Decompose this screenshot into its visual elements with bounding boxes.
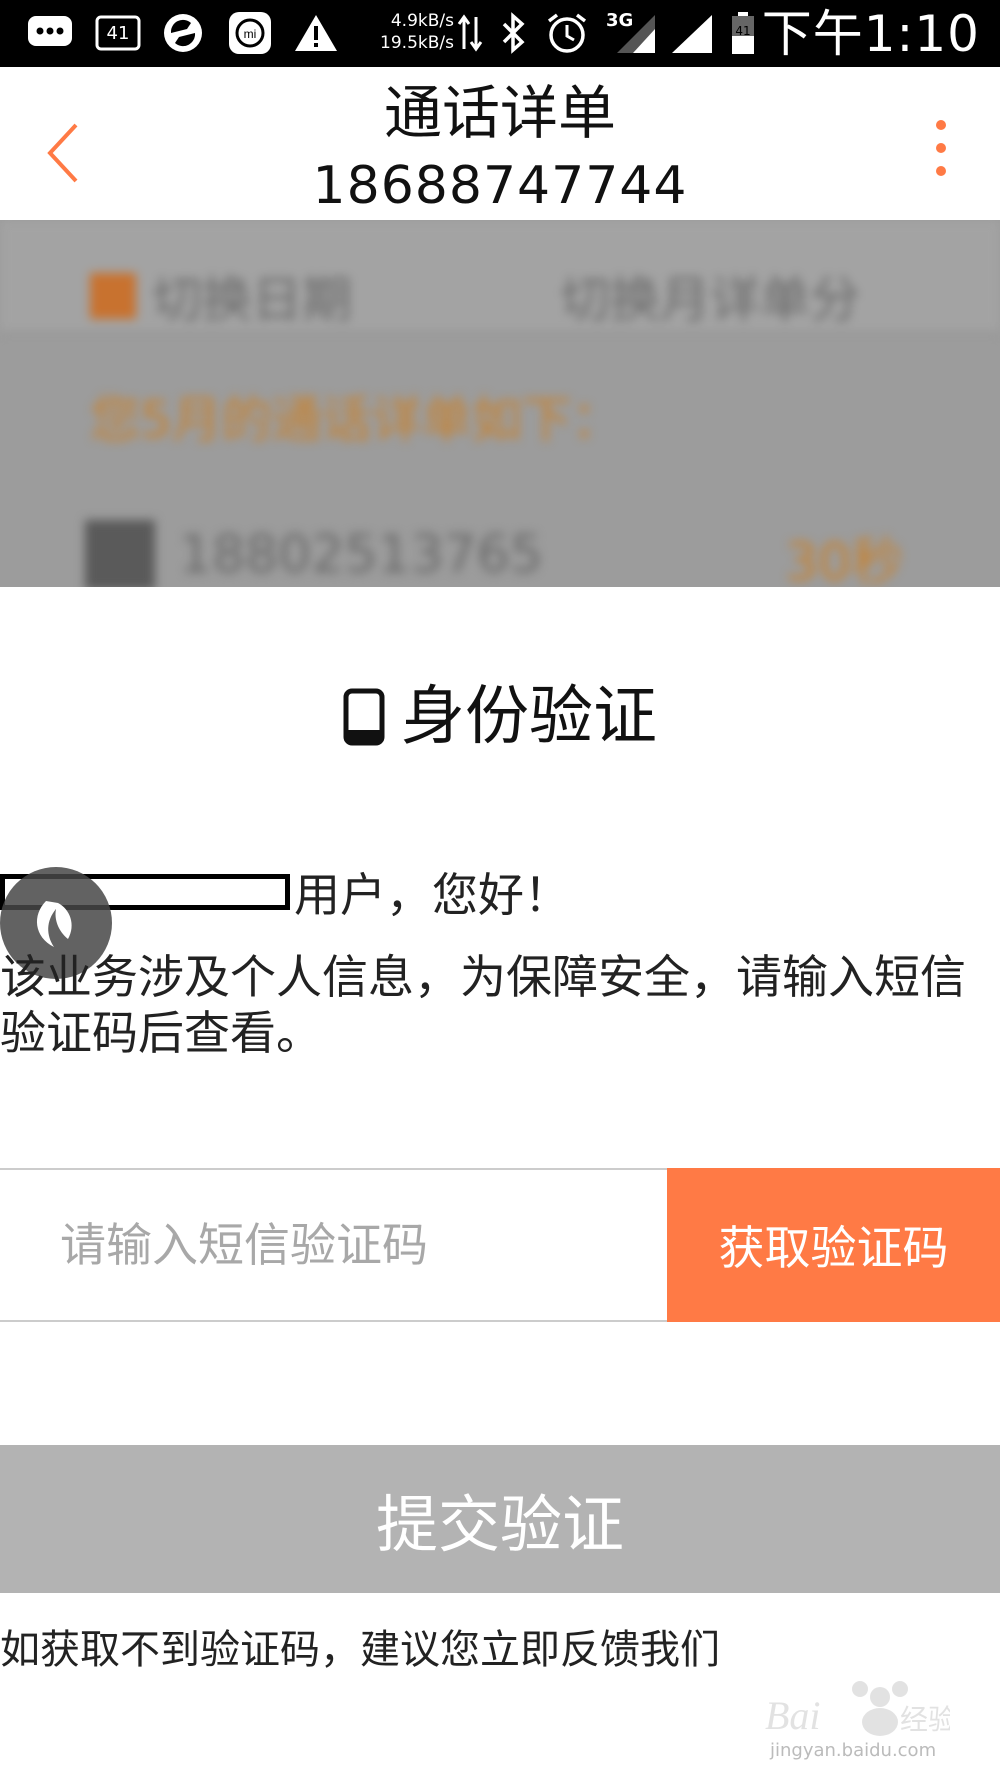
svg-text:经验: 经验: [900, 1703, 950, 1736]
clock: 下午1:10: [761, 5, 980, 63]
bluetooth-icon: [496, 10, 530, 56]
bg-call-duration: 30秒: [785, 533, 904, 587]
bg-call-row: 18802513765: [85, 520, 543, 587]
more-vertical-icon: [936, 120, 946, 176]
notification-count-icon: 41: [92, 10, 144, 56]
verification-sheet: 身份验证 用户，您好！ 该业务涉及个人信息，为保障安全，请输入短信 验证码后查看…: [0, 587, 1000, 1778]
bg-switch-date: 切换日期: [90, 260, 352, 332]
bg-hint: 您5月的通话详单如下：: [90, 391, 622, 449]
call-icon: [85, 520, 155, 587]
notification-count: 41: [106, 22, 130, 44]
bg-switch-month: 切换月详单分: [560, 271, 860, 329]
svg-text:mi: mi: [244, 27, 257, 41]
watermark-url: jingyan.baidu.com: [770, 1740, 937, 1761]
net-up-speed: 4.9kB/s: [390, 11, 454, 31]
get-code-button[interactable]: 获取验证码: [667, 1168, 1000, 1322]
page-title: 通话详单: [383, 79, 616, 147]
verification-title: 身份验证: [0, 677, 1000, 757]
chat-icon: [24, 10, 76, 56]
background-content-blurred: 切换日期 切换月详单分 您5月的通话详单如下： 18802513765 30秒: [0, 220, 1000, 587]
bg-switch-date-label: 切换日期: [152, 271, 352, 329]
app-header: 通话详单 18688747744: [0, 67, 1000, 220]
leaf-icon: [36, 901, 72, 947]
feedback-link[interactable]: 如获取不到验证码，建议您立即反馈我们: [0, 1617, 720, 1675]
battery-icon: 41: [728, 10, 758, 56]
battery-level: 41: [735, 24, 751, 38]
calendar-icon: [90, 273, 136, 319]
page-subtitle-phone: 18688747744: [312, 156, 688, 216]
sms-code-input[interactable]: [0, 1168, 667, 1322]
svg-text:Bai: Bai: [765, 1693, 821, 1738]
more-options-button[interactable]: [912, 109, 972, 189]
verification-description: 该业务涉及个人信息，为保障安全，请输入短信 验证码后查看。: [0, 950, 966, 1060]
alarm-icon: [544, 10, 590, 56]
mi-icon: mi: [226, 10, 274, 56]
status-bar: 41 mi 4.9kB/s 19.5kB/s 3G 41 下午1:10: [0, 0, 1000, 67]
sms-code-row: 获取验证码: [0, 1168, 1000, 1322]
net-down-speed: 19.5kB/s: [380, 33, 454, 53]
bg-call-number: 18802513765: [179, 525, 543, 585]
network-speed: 4.9kB/s 19.5kB/s: [372, 10, 454, 54]
wifi-signal-icon: [666, 10, 716, 56]
blurred-layer: 切换日期 切换月详单分 您5月的通话详单如下： 18802513765 30秒: [0, 220, 1000, 587]
network-type: 3G: [606, 10, 634, 31]
verification-title-text: 身份验证: [401, 680, 657, 754]
phone-icon: [343, 688, 385, 746]
warning-icon: [292, 10, 340, 56]
data-transfer-icon: [456, 10, 484, 56]
submit-verification-button[interactable]: 提交验证: [0, 1445, 1000, 1593]
greeting-text: 用户，您好！: [294, 868, 570, 922]
mobile-signal-icon: 3G: [604, 10, 658, 56]
sync-icon: [160, 10, 206, 56]
